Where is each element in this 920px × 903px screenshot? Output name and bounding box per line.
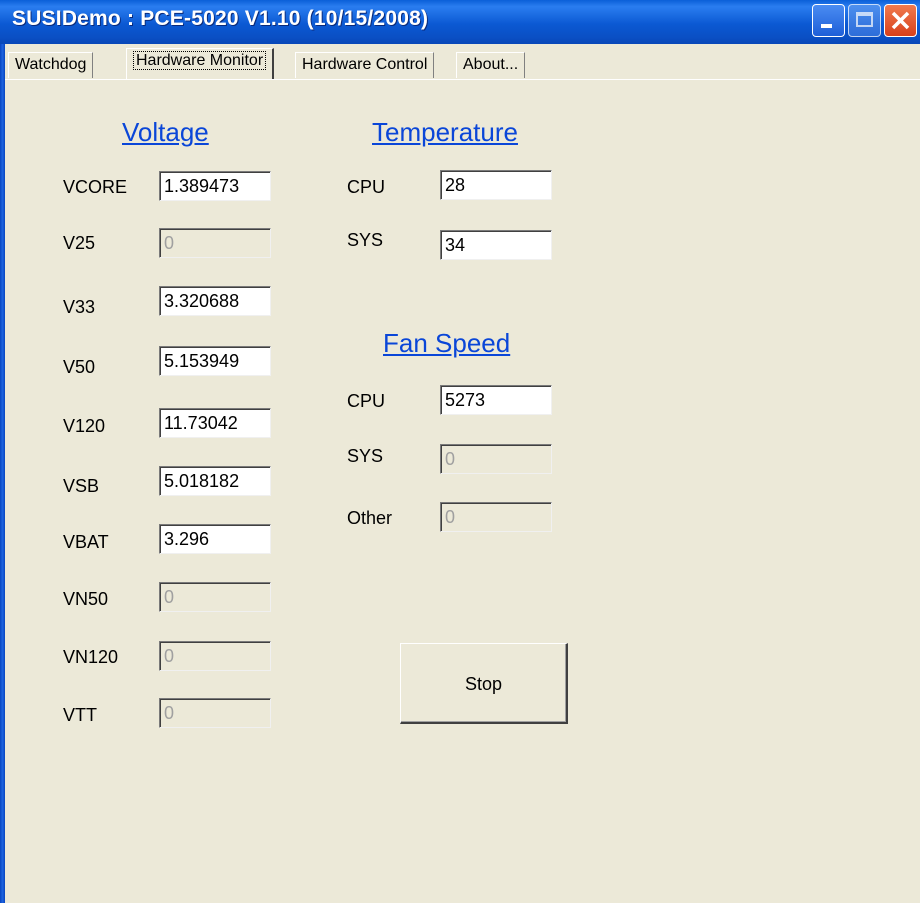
vn50-label: VN50 [63,589,109,609]
fan-other-label: Other [347,508,393,528]
minimize-icon [821,24,832,28]
tab-label: About... [463,56,519,73]
fan-sys-label: SYS [347,446,384,466]
title-bar[interactable]: SUSIDemo : PCE-5020 V1.10 (10/15/2008) [0,0,920,44]
v50-label: V50 [63,357,96,377]
fan-speed-header: Fan Speed [383,328,511,358]
window-left-border [0,44,5,903]
vbat-label: VBAT [63,532,109,552]
v25-field: 0 [159,228,271,258]
vn50-field: 0 [159,582,271,612]
v33-field[interactable]: 3.320688 [159,286,271,316]
v25-label: V25 [63,233,96,253]
vn120-field: 0 [159,641,271,671]
close-button[interactable] [884,4,917,37]
maximize-icon [856,12,873,27]
minimize-button[interactable] [812,4,845,37]
app-window: SUSIDemo : PCE-5020 V1.10 (10/15/2008) W… [0,0,920,903]
vtt-label: VTT [63,705,97,725]
voltage-header: Voltage [122,117,209,147]
fan-cpu-label: CPU [347,391,386,411]
vbat-field[interactable]: 3.296 [159,524,271,554]
fan-sys-field: 0 [440,444,552,474]
temp-sys-field[interactable]: 34 [440,230,552,260]
vcore-field[interactable]: 1.389473 [159,171,271,201]
v120-label: V120 [63,416,106,436]
v33-label: V33 [63,297,96,317]
tab-label: Hardware Control [302,56,428,73]
fan-other-field: 0 [440,502,552,532]
tab-about[interactable]: About... [456,52,526,78]
vsb-field[interactable]: 5.018182 [159,466,271,496]
temperature-header: Temperature [372,117,518,147]
tab-hardware-control[interactable]: Hardware Control [295,52,435,78]
temp-cpu-field[interactable]: 28 [440,170,552,200]
tab-watchdog[interactable]: Watchdog [8,52,94,78]
vsb-label: VSB [63,476,100,496]
vcore-label: VCORE [63,177,128,197]
tab-label: Watchdog [15,56,87,73]
temp-sys-label: SYS [347,230,384,250]
tab-label: Hardware Monitor [133,51,267,70]
stop-button[interactable]: Stop [400,643,568,724]
vtt-field: 0 [159,698,271,728]
v120-field[interactable]: 11.73042 [159,408,271,438]
tab-hardware-monitor[interactable]: Hardware Monitor [126,48,275,80]
close-icon [891,11,910,30]
temp-cpu-label: CPU [347,177,386,197]
tab-strip: Watchdog Hardware Monitor Hardware Contr… [5,44,920,80]
vn120-label: VN120 [63,647,119,667]
tab-panel-edge [5,79,920,80]
v50-field[interactable]: 5.153949 [159,346,271,376]
fan-cpu-field[interactable]: 5273 [440,385,552,415]
window-title: SUSIDemo : PCE-5020 V1.10 (10/15/2008) [12,7,429,30]
maximize-button[interactable] [848,4,881,37]
